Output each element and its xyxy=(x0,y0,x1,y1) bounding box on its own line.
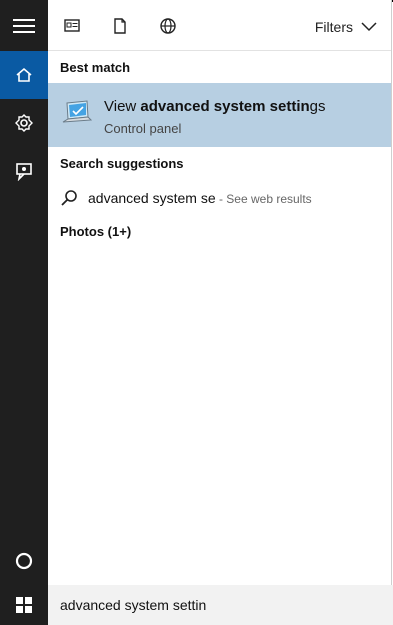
search-input-value[interactable]: advanced system settin xyxy=(60,597,206,613)
settings-gear-icon[interactable] xyxy=(0,99,48,147)
filters-dropdown[interactable]: Filters xyxy=(315,19,377,35)
feedback-icon[interactable] xyxy=(0,147,48,195)
left-rail xyxy=(0,0,48,625)
apps-filter-icon[interactable] xyxy=(58,12,86,40)
best-match-title: View advanced system settings xyxy=(104,98,326,115)
taskbar-search-box[interactable]: advanced system settin xyxy=(0,585,393,625)
system-settings-laptop-icon xyxy=(60,96,94,130)
web-filter-globe-icon[interactable] xyxy=(154,12,182,40)
windows-start-icon[interactable] xyxy=(0,585,48,625)
home-icon[interactable] xyxy=(0,51,48,99)
menu-icon[interactable] xyxy=(0,2,48,50)
chevron-down-icon xyxy=(361,19,377,35)
photos-heading[interactable]: Photos (1+) xyxy=(60,224,131,239)
best-match-subtitle: Control panel xyxy=(104,121,182,136)
search-icon xyxy=(60,189,78,207)
suggestion-text: advanced system se - See web results xyxy=(88,190,312,206)
documents-filter-icon[interactable] xyxy=(106,12,134,40)
cortana-icon[interactable] xyxy=(0,537,48,585)
search-toolbar: Filters xyxy=(48,2,391,51)
web-suggestion-item[interactable]: advanced system se - See web results xyxy=(48,183,391,213)
search-suggestions-heading: Search suggestions xyxy=(60,156,184,171)
best-match-heading: Best match xyxy=(60,60,131,75)
filters-label: Filters xyxy=(314,19,353,35)
best-match-result[interactable]: View advanced system settings Control pa… xyxy=(48,83,391,147)
search-results-panel: Filters Best match View advanced system … xyxy=(48,0,392,585)
